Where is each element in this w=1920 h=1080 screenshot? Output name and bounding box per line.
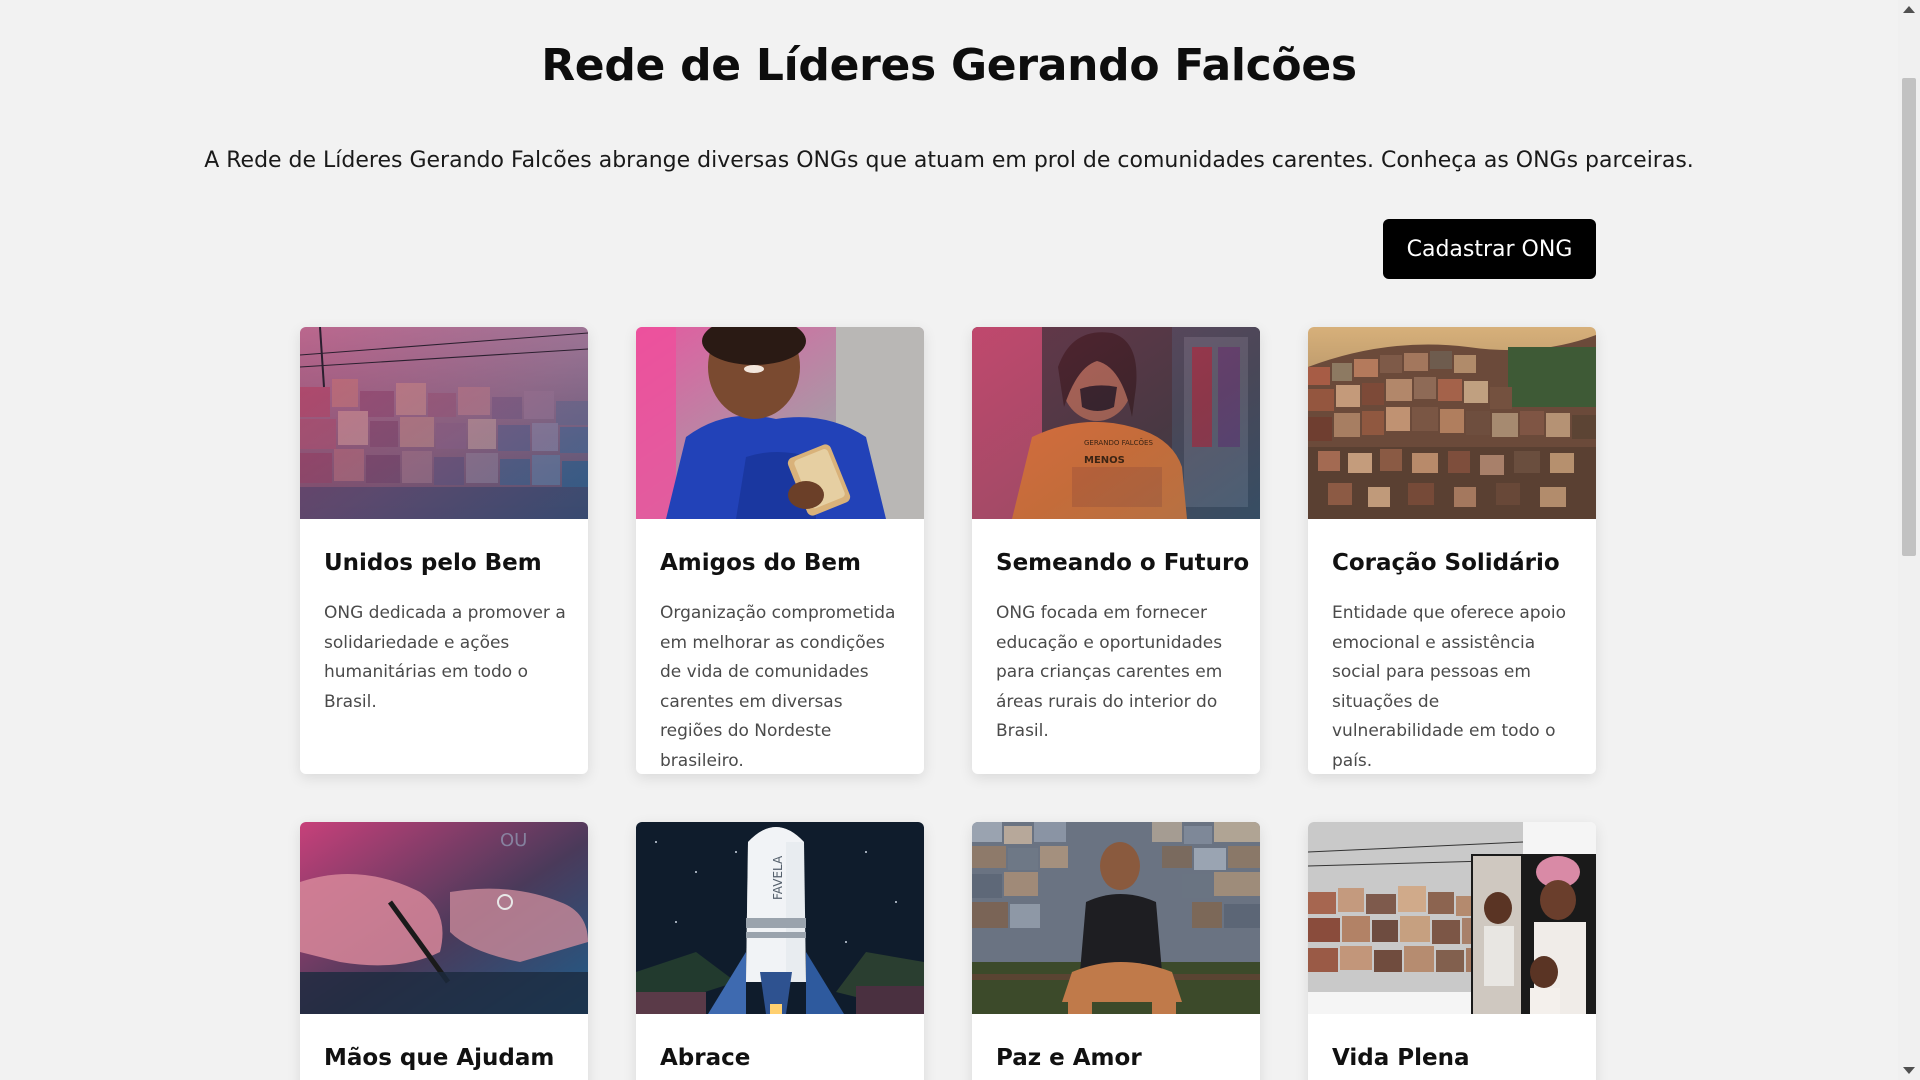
ong-card-image: FAVELA — [636, 822, 924, 1014]
ong-card-title: Paz e Amor — [996, 1045, 1142, 1071]
ong-card-title: Vida Plena — [1332, 1045, 1470, 1071]
page-intro: A Rede de Líderes Gerando Falcões abrang… — [204, 148, 1694, 173]
rocket-text: FAVELA — [771, 855, 785, 900]
ong-card-description: ONG dedicada a promover a solidariedade … — [324, 603, 566, 712]
ong-card-description: Entidade que oferece apoio emocional e a… — [1332, 603, 1567, 771]
ong-card-description: ONG focada em fornecer educação e oportu… — [996, 603, 1223, 741]
ong-card[interactable]: OU Mãos que Ajudam — [300, 822, 588, 1080]
ong-card[interactable]: Paz e Amor — [972, 822, 1260, 1080]
ong-card-description: Organização comprometida em melhorar as … — [660, 603, 896, 771]
ong-card-image — [1308, 822, 1596, 1014]
ong-card-image — [972, 822, 1260, 1014]
ong-card-title: Semeando o Futuro — [996, 550, 1250, 576]
page: Rede de Líderes Gerando Falcões A Rede d… — [0, 0, 1898, 1080]
scroll-down-arrow-icon[interactable] — [1903, 1067, 1915, 1074]
ong-card[interactable]: Amigos do Bem Organização comprometida e… — [636, 327, 924, 774]
ong-card-image: GERANDO FALCÕES MENOS — [972, 327, 1260, 519]
ong-card[interactable]: Vida Plena — [1308, 822, 1596, 1080]
scroll-thumb[interactable] — [1902, 78, 1916, 556]
paper-text: OU — [500, 830, 527, 851]
ong-card[interactable]: Coração Solidário Entidade que oferece a… — [1308, 327, 1596, 774]
ong-card[interactable]: GERANDO FALCÕES MENOS Semeando o Futuro … — [972, 327, 1260, 774]
ong-card-image — [636, 327, 924, 519]
register-ong-button[interactable]: Cadastrar ONG — [1383, 219, 1596, 279]
ong-card[interactable]: Unidos pelo Bem ONG dedicada a promover … — [300, 327, 588, 774]
ong-card-title: Coração Solidário — [1332, 550, 1560, 576]
shirt-logo-text: GERANDO FALCÕES — [1084, 438, 1153, 447]
ong-card-title: Abrace — [660, 1045, 751, 1071]
ong-card-image: OU — [300, 822, 588, 1014]
ong-card-title: Amigos do Bem — [660, 550, 861, 576]
page-scrollbar[interactable] — [1898, 0, 1920, 1080]
ong-card-image — [1308, 327, 1596, 519]
shirt-word-text: MENOS — [1084, 455, 1125, 466]
ong-card-title: Mãos que Ajudam — [324, 1045, 555, 1071]
ong-card-image — [300, 327, 588, 519]
page-title: Rede de Líderes Gerando Falcões — [541, 40, 1357, 91]
ong-card[interactable]: FAVELA Abrace — [636, 822, 924, 1080]
ong-card-title: Unidos pelo Bem — [324, 550, 542, 576]
scroll-up-arrow-icon[interactable] — [1903, 6, 1915, 13]
